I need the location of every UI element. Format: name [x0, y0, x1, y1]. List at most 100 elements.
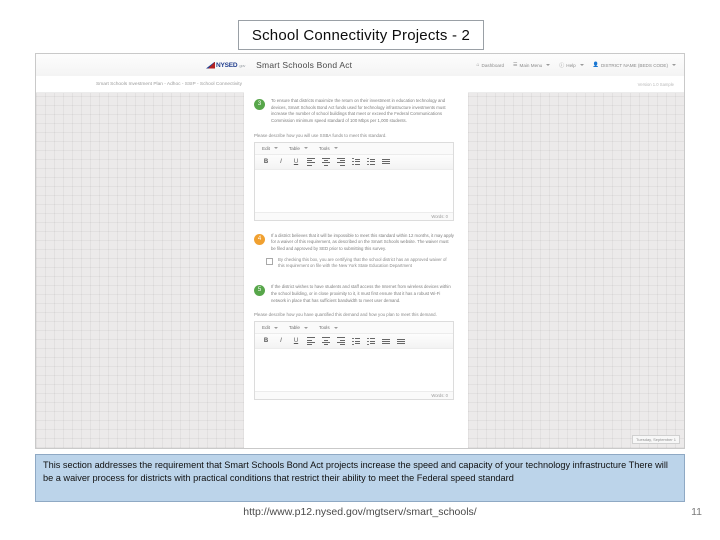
chevron-down-icon	[303, 326, 308, 329]
waiver-checkbox-label: By checking this box, you are certifying…	[278, 256, 447, 269]
breadcrumb-bar: Smart Schools Investment Plan - Adhoc - …	[36, 76, 684, 93]
date-chip: Tuesday, September 1	[631, 435, 680, 444]
editor-menu-edit[interactable]: Edit	[262, 146, 278, 151]
chevron-down-icon	[273, 326, 278, 329]
editor-menu-table[interactable]: Table	[289, 146, 308, 151]
editor-toolbar: B I U	[255, 334, 453, 350]
bullet-list-icon[interactable]	[352, 158, 360, 166]
question-text: If a district believes that it will be i…	[271, 232, 454, 251]
chevron-down-icon	[546, 64, 551, 66]
question-text: To ensure that districts maximize the re…	[271, 98, 446, 123]
nav-item-help[interactable]: ⓘ Help	[559, 62, 584, 69]
page-number: 11	[691, 506, 702, 518]
home-icon: ⌂	[476, 62, 480, 68]
nav-item-main-menu[interactable]: ☰ Main Menu	[513, 62, 551, 68]
word-count: Words: 0	[431, 213, 448, 219]
user-icon: 👤	[592, 62, 599, 68]
editor-text-area[interactable]	[255, 169, 453, 212]
help-icon: ⓘ	[559, 62, 565, 69]
chevron-down-icon	[333, 147, 338, 150]
italic-icon[interactable]: I	[277, 158, 285, 166]
app-header-bar: NYSED .gov Smart Schools Bond Act ⌂ Dash…	[36, 54, 684, 77]
bold-icon[interactable]: B	[262, 337, 270, 345]
nav-label: DISTRICT NAME (BEDS CODE)	[600, 62, 668, 68]
question-number-badge: 3	[254, 99, 265, 110]
align-center-icon[interactable]	[322, 157, 330, 166]
question-row: 3 To ensure that districts maximize the …	[244, 92, 468, 125]
breadcrumb-version: Version 1.0 Sample	[637, 81, 674, 87]
app-title: Smart Schools Bond Act	[256, 60, 353, 70]
align-center-icon[interactable]	[322, 337, 330, 346]
menu-label: Tools	[318, 325, 330, 331]
rich-text-editor-2[interactable]: Edit Table Tools B I U Words: 0	[254, 321, 454, 401]
number-list-icon[interactable]	[367, 337, 375, 345]
nav-label: Main Menu	[519, 62, 543, 68]
indent-icon[interactable]	[397, 337, 405, 345]
number-list-icon[interactable]	[367, 158, 375, 166]
menu-label: Tools	[318, 145, 330, 151]
chevron-down-icon	[273, 147, 278, 150]
menu-icon: ☰	[513, 62, 518, 68]
nav-item-user-account[interactable]: 👤 DISTRICT NAME (BEDS CODE)	[593, 62, 676, 68]
underline-icon[interactable]: U	[292, 158, 300, 166]
chevron-down-icon	[579, 64, 584, 66]
prompt-label-1: Please describe how you will use SSBA fu…	[254, 132, 387, 138]
italic-icon[interactable]: I	[277, 337, 285, 345]
question-number-badge: 4	[254, 233, 265, 245]
flag-icon	[206, 61, 215, 69]
editor-menu-tools[interactable]: Tools	[319, 146, 338, 151]
align-left-icon[interactable]	[307, 157, 315, 166]
editor-menubar: Edit Table Tools	[255, 142, 453, 155]
waiver-checkbox[interactable]	[266, 257, 273, 265]
breadcrumb: Smart Schools Investment Plan - Adhoc - …	[96, 81, 243, 87]
menu-label: Edit	[262, 145, 270, 151]
menu-label: Table	[288, 325, 300, 331]
menu-label: Table	[288, 145, 300, 151]
editor-menubar: Edit Table Tools	[255, 322, 453, 335]
menu-label: Edit	[262, 325, 270, 331]
question-row: 4 If a district believes that it will be…	[244, 221, 468, 253]
chevron-down-icon	[333, 326, 338, 329]
word-count: Words: 0	[431, 393, 448, 399]
outdent-icon[interactable]	[382, 158, 390, 166]
nav-label: Dashboard	[481, 62, 505, 68]
page-title: School Connectivity Projects - 2	[251, 26, 471, 44]
footer-url[interactable]: http://www.p12.nysed.gov/mgtserv/smart_s…	[0, 506, 720, 518]
align-left-icon[interactable]	[307, 337, 315, 346]
chevron-down-icon	[672, 64, 676, 66]
editor-toolbar: B I U	[255, 154, 453, 170]
question-row: 5 If the district wishes to have student…	[244, 270, 468, 304]
waiver-checkbox-row[interactable]: By checking this box, you are certifying…	[266, 257, 450, 271]
nysed-logo-text: NYSED	[216, 61, 238, 69]
caption-text: This section addresses the requirement t…	[43, 460, 668, 484]
caption-box: This section addresses the requirement t…	[35, 454, 685, 502]
left-gutter	[36, 92, 244, 448]
nav-label: Help	[566, 62, 576, 68]
outdent-icon[interactable]	[382, 337, 390, 345]
chevron-down-icon	[303, 147, 308, 150]
editor-text-area[interactable]	[255, 349, 453, 392]
editor-statusbar: Words: 0	[255, 391, 453, 400]
brand-area: NYSED .gov Smart Schools Bond Act	[206, 60, 352, 70]
align-right-icon[interactable]	[337, 337, 345, 346]
nav-item-dashboard[interactable]: ⌂ Dashboard	[477, 62, 505, 68]
slide-title-box: School Connectivity Projects - 2	[238, 20, 484, 50]
app-nav: ⌂ Dashboard ☰ Main Menu ⓘ Help 👤 DISTRIC…	[477, 62, 676, 69]
editor-statusbar: Words: 0	[255, 211, 453, 220]
editor-menu-table[interactable]: Table	[289, 325, 308, 330]
editor-menu-tools[interactable]: Tools	[319, 325, 338, 330]
question-text: If the district wishes to have students …	[271, 284, 451, 303]
rich-text-editor-1[interactable]: Edit Table Tools B I U Words: 0	[254, 141, 454, 221]
bullet-list-icon[interactable]	[352, 337, 360, 345]
align-right-icon[interactable]	[337, 157, 345, 166]
question-number-badge: 5	[254, 285, 265, 297]
underline-icon[interactable]: U	[292, 337, 300, 345]
nysed-logo[interactable]: NYSED .gov	[206, 61, 246, 69]
nysed-logo-sub: .gov	[238, 62, 246, 68]
bold-icon[interactable]: B	[262, 158, 270, 166]
right-gutter	[468, 92, 684, 448]
embedded-screenshot: NYSED .gov Smart Schools Bond Act ⌂ Dash…	[35, 53, 685, 449]
prompt-label-2: Please describe how you have quantified …	[254, 312, 437, 318]
editor-menu-edit[interactable]: Edit	[262, 325, 278, 330]
form-page: 3 To ensure that districts maximize the …	[244, 92, 468, 448]
